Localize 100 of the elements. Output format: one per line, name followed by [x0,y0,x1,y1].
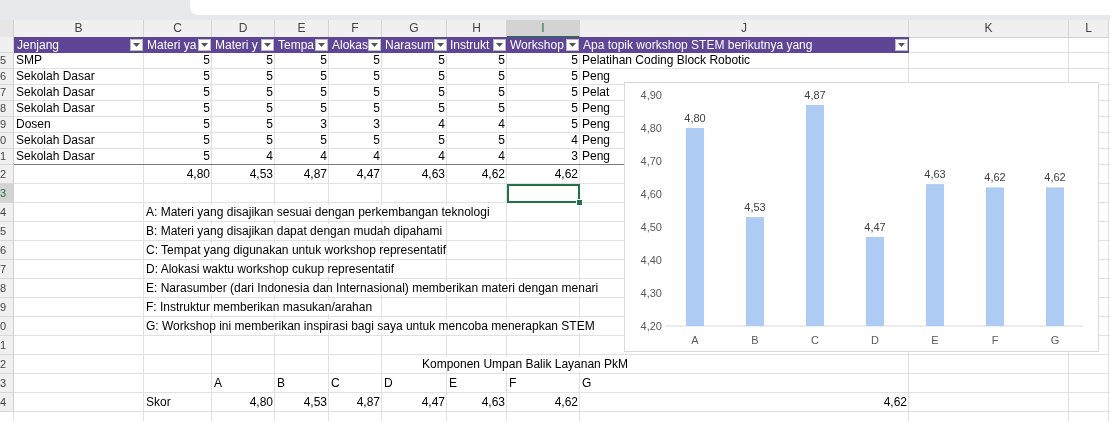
cell-text: 5 [438,53,445,67]
row-header[interactable]: 0 [0,133,14,149]
data-label: 4,62 [1044,171,1066,184]
data-label: 4,47 [864,220,886,233]
cell-text: 3 [320,117,327,131]
row-header[interactable]: 9 [0,298,14,317]
filter-button[interactable] [368,39,382,51]
cell-text: 5 [266,69,273,83]
cell-text: 4 [438,117,445,131]
data-label: 4,62 [984,171,1006,184]
filter-button[interactable] [493,39,506,51]
cell-text: Pelat [582,85,610,99]
row-header[interactable]: 0 [0,317,14,336]
header-text: Workshop [510,37,564,53]
column-header[interactable]: C [144,20,212,38]
row-header[interactable]: 2 [0,165,14,184]
data-label: 4,63 [924,168,946,181]
filter-button[interactable] [198,39,211,51]
header-text: Tempa [278,37,315,53]
filter-button[interactable] [261,39,274,51]
cell-text: 5 [320,85,327,99]
cell-text: D: Alokasi waktu workshop cukup representatif [146,262,395,276]
caret-icon [569,43,576,47]
cell-text: 5 [320,101,327,115]
column-header[interactable]: E [275,20,329,38]
caret-icon [318,43,325,47]
cell-text: Sekolah Dasar [16,69,95,83]
filter-button[interactable] [895,39,908,51]
cell-text: Skor [146,395,171,409]
cell-text: Sekolah Dasar [16,133,95,147]
cell-text: F: Instruktur memberikan masukan/arahan [146,300,373,314]
row-header[interactable]: 1 [0,149,14,165]
row-header[interactable]: 1 [0,336,14,355]
row-header[interactable]: 4 [0,393,14,412]
cell-text: 5 [203,117,210,131]
cell-text: 5 [498,101,505,115]
column-header[interactable]: G [382,20,447,38]
column-header[interactable]: F [329,20,382,38]
cell-text: 5 [266,117,273,131]
fill-handle[interactable] [576,199,583,206]
selected-cell[interactable] [507,184,580,203]
cell-text: 5 [571,69,578,83]
cell-text: 4,80 [249,395,273,409]
filter-button[interactable] [130,39,143,51]
cell-text: 5 [373,101,380,115]
filter-button[interactable] [566,39,579,51]
filter-button[interactable] [433,39,447,51]
row-header[interactable]: 8 [0,101,14,117]
cell-text: 5 [438,85,445,99]
row-header[interactable]: 5 [0,222,14,241]
axis-label: D [871,334,879,346]
cell-text: Peng [582,101,611,115]
filter-button[interactable] [315,39,328,51]
cell-text: 5 [438,69,445,83]
chart-area[interactable]: 4,20 4,30 4,40 4,50 4,60 4,70 4,80 4,90 4,80 4,53 4,87 4,47 4,63 4,62 4,62 A B C D E F G [624,82,1099,352]
row-header[interactable]: 3 [0,184,14,203]
cell-text: B [277,376,285,390]
cell-text: Komponen Umpan Balik Layanan PkM [422,357,629,371]
cell-text: 4 [266,149,273,163]
cell-text: A: Materi yang disajikan sesuai dengan perkembangan teknologi [146,205,490,219]
axis-label: 4,90 [640,89,662,101]
row-header[interactable]: 5 [0,53,14,69]
cell-text: Peng [582,149,611,163]
data-label: 4,53 [744,201,766,214]
column-header[interactable]: K [909,20,1069,38]
header-text: Alokas [332,37,369,53]
column-header[interactable]: B [14,20,144,38]
cell-text: 5 [203,133,210,147]
axis-label: C [811,334,819,346]
cell-text: 4,53 [249,167,273,181]
cell-text: 4 [438,149,445,163]
axis-label: F [991,334,999,346]
column-header[interactable]: I [507,20,580,38]
header-text: Materi y [215,37,258,53]
cell-text: 4 [498,117,505,131]
column-header[interactable]: D [212,20,275,38]
row-header[interactable]: 3 [0,374,14,393]
cell-text: 5 [373,85,380,99]
cell-text: 5 [203,69,210,83]
axis-label: 4,70 [640,155,662,167]
axis-label: 4,50 [640,221,662,233]
row-header[interactable]: 7 [0,260,14,279]
axis-label: B [751,334,759,346]
cell-text: 4 [320,149,327,163]
cell-text: 5 [571,101,578,115]
row-header[interactable]: 4 [0,203,14,222]
row-header[interactable]: 2 [0,355,14,374]
cell-text: 5 [438,101,445,115]
row-header[interactable]: 6 [0,69,14,85]
cell-text: 4,53 [303,395,327,409]
caret-icon [496,43,503,47]
row-header[interactable]: 9 [0,117,14,133]
column-header[interactable]: H [447,20,507,38]
cell-text: A [214,376,222,390]
row-header[interactable]: 8 [0,279,14,298]
column-header[interactable]: J [580,20,909,38]
cell-text: 5 [571,53,578,67]
row-header[interactable]: 7 [0,85,14,101]
row-header[interactable]: 6 [0,241,14,260]
column-header[interactable]: L [1069,20,1109,38]
